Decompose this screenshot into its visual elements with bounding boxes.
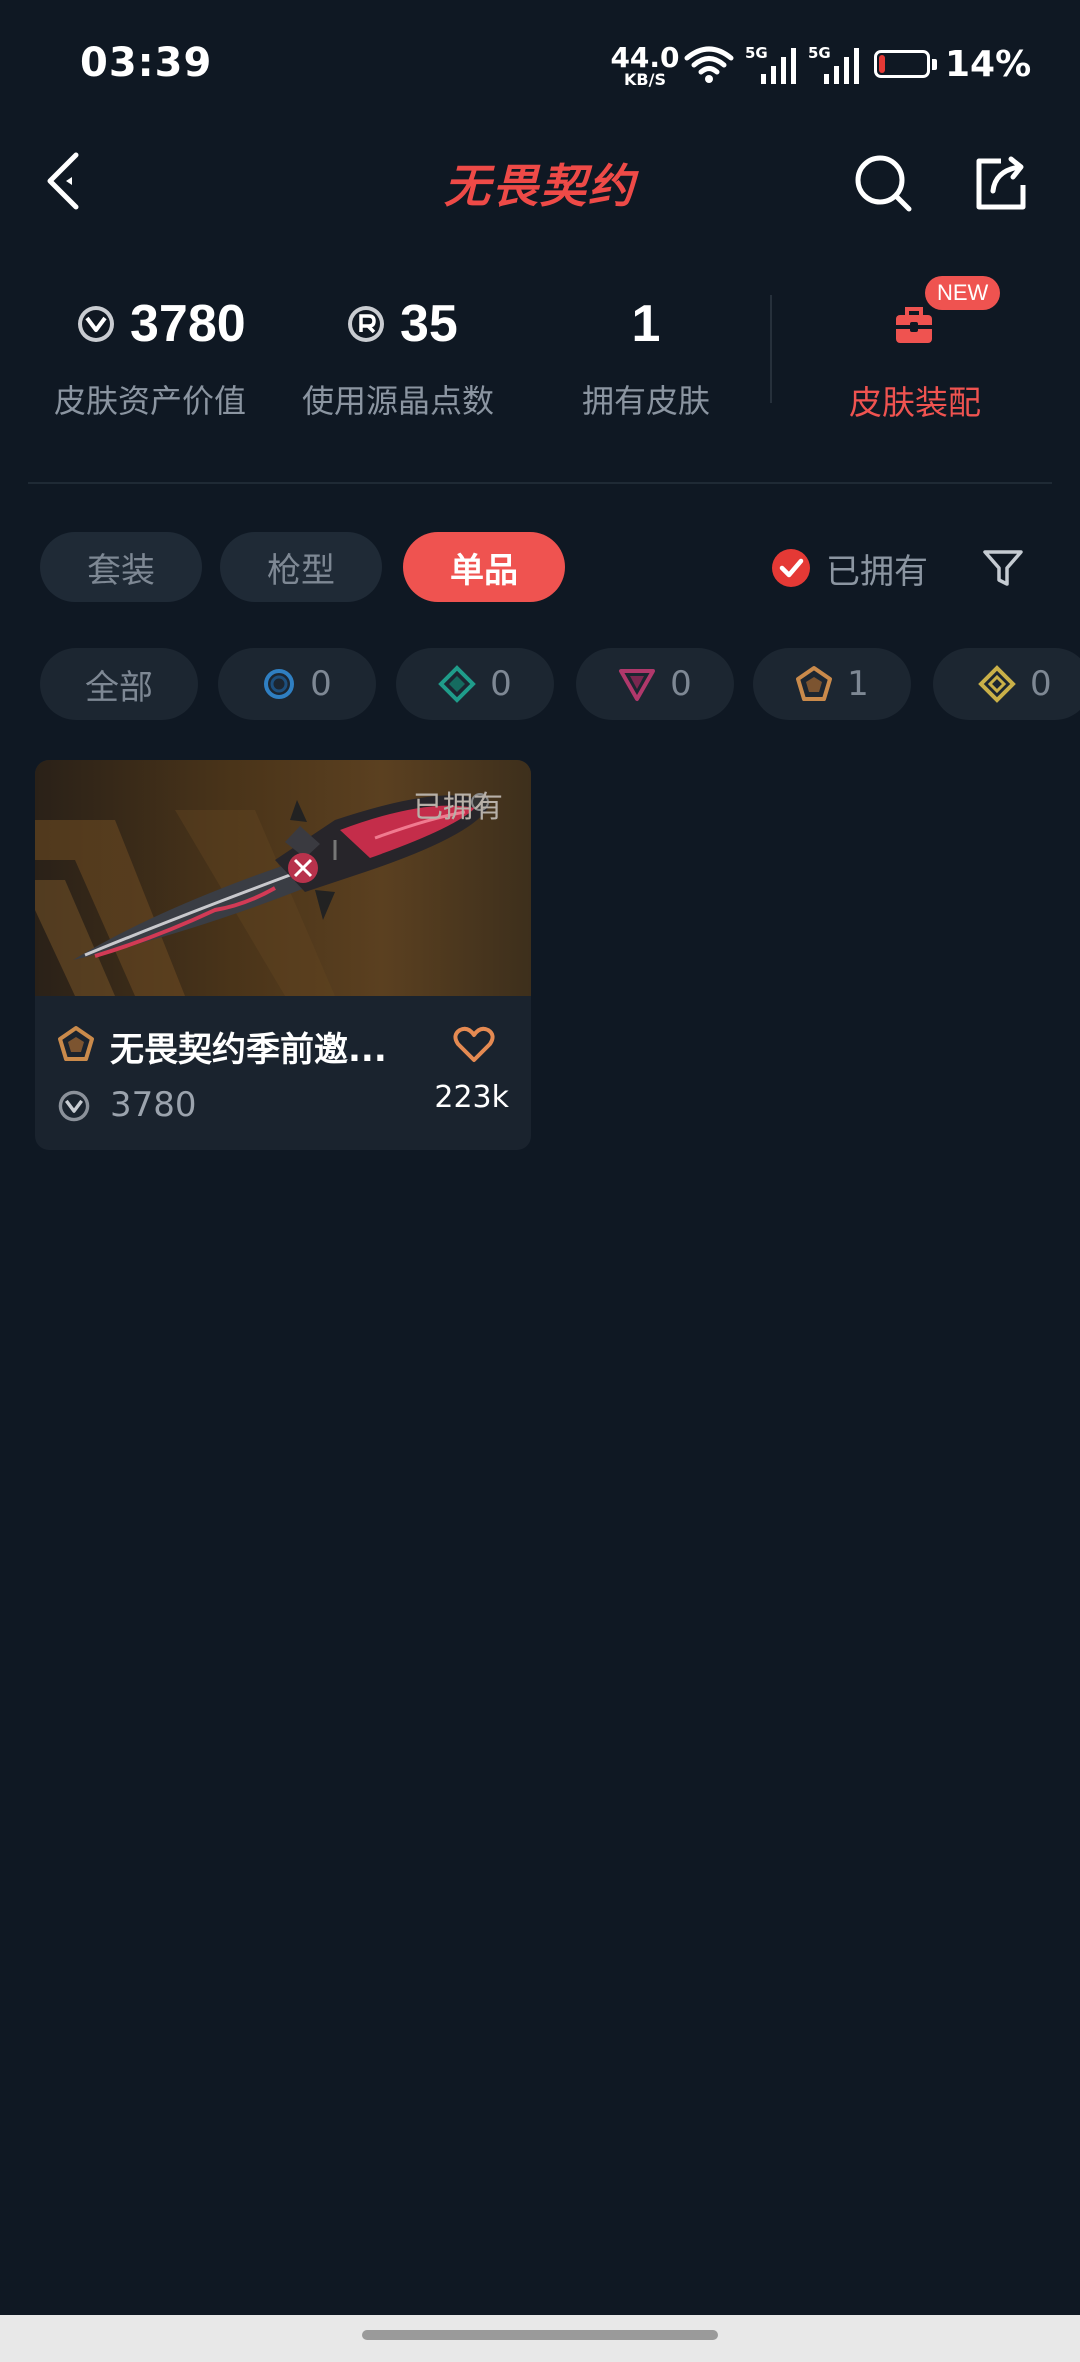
owned-skins-count: 1 <box>631 295 661 353</box>
like-count: 223k <box>434 1080 509 1115</box>
skin-price: 3780 <box>110 1085 197 1125</box>
exclusive-tier-icon <box>58 1026 94 1061</box>
status-bar: 03:39 44.0 KB/S 5G 5G 14% <box>0 0 1080 130</box>
radianite-points-stat: 35 使用源晶点数 <box>278 290 518 420</box>
select-tier-icon <box>264 669 295 699</box>
rarity-chip-label: 全部 <box>85 667 153 708</box>
owned-skins-label: 拥有皮肤 <box>581 382 710 420</box>
rarity-chip-count: 0 <box>310 664 332 704</box>
clock: 03:39 <box>80 40 213 86</box>
battery-icon <box>874 50 938 82</box>
home-indicator[interactable] <box>362 2330 718 2340</box>
section-divider <box>28 482 1052 484</box>
radianite-points-label: 使用源晶点数 <box>301 382 494 420</box>
wifi-icon <box>684 46 734 83</box>
rarity-chip-all[interactable]: 全部 <box>40 648 198 720</box>
owned-skins-stat: 1 拥有皮肤 <box>526 290 766 420</box>
search-button[interactable] <box>845 145 921 221</box>
radianite-currency-icon <box>348 306 384 342</box>
network-speed: 44.0 KB/S <box>610 44 680 88</box>
asset-value-label: 皮肤资产价值 <box>53 382 246 420</box>
rarity-chip-deluxe[interactable]: 0 <box>396 648 554 720</box>
rarity-chip-count: 0 <box>670 664 692 704</box>
skin-image: 已拥有 <box>35 760 531 996</box>
network-speed-value: 44.0 <box>610 41 680 74</box>
rarity-chip-count: 1 <box>847 664 869 704</box>
filter-icon <box>983 550 1023 586</box>
owned-tag: 已拥有 <box>413 790 503 825</box>
radianite-points: 35 <box>400 295 458 353</box>
premium-tier-icon <box>619 669 656 701</box>
skin-loadout-button[interactable]: NEW 皮肤装配 <box>800 270 1050 422</box>
rarity-chip-premium[interactable]: 0 <box>576 648 734 720</box>
new-badge: NEW <box>925 276 1001 310</box>
heart-icon[interactable] <box>453 1026 495 1064</box>
loadout-bag-icon <box>896 307 932 343</box>
battery-level-fill <box>879 55 885 73</box>
battery-percent: 14% <box>945 44 1032 85</box>
skin-card[interactable]: 已拥有 无畏契约季前邀... 3780 223k <box>35 760 531 1150</box>
skin-name: 无畏契约季前邀... <box>110 1030 387 1070</box>
share-icon <box>976 156 1026 210</box>
search-icon <box>855 155 912 212</box>
cellular-signal-1-icon: 5G <box>745 44 799 86</box>
owned-filter-checkbox[interactable]: 已拥有 <box>770 540 950 596</box>
ultra-tier-icon <box>978 665 1016 703</box>
skin-loadout-label: 皮肤装配 <box>849 383 981 422</box>
share-button[interactable] <box>963 145 1039 221</box>
stats-divider <box>770 295 772 403</box>
rarity-chip-count: 0 <box>490 664 512 704</box>
filter-button[interactable] <box>975 540 1031 596</box>
checkmark-icon <box>772 549 810 587</box>
exclusive-tier-icon <box>796 666 833 701</box>
vp-currency-icon <box>78 306 114 342</box>
owned-filter-label: 已拥有 <box>826 551 928 592</box>
rarity-chip-ultra[interactable]: 0 <box>933 648 1080 720</box>
rarity-chip-exclusive[interactable]: 1 <box>753 648 911 720</box>
tab-weapon-type[interactable]: 枪型 <box>220 532 382 602</box>
cellular-signal-2-icon: 5G <box>808 44 862 86</box>
deluxe-tier-icon <box>438 665 477 703</box>
asset-value: 3780 <box>130 295 246 353</box>
tab-single-items[interactable]: 单品 <box>403 532 565 602</box>
vp-currency-icon <box>58 1090 90 1122</box>
rarity-chip-count: 0 <box>1030 664 1052 704</box>
asset-value-stat: 3780 皮肤资产价值 <box>30 290 270 420</box>
tab-bundles[interactable]: 套装 <box>40 532 202 602</box>
rarity-chip-select[interactable]: 0 <box>218 648 376 720</box>
network-speed-unit: KB/S <box>624 70 666 89</box>
